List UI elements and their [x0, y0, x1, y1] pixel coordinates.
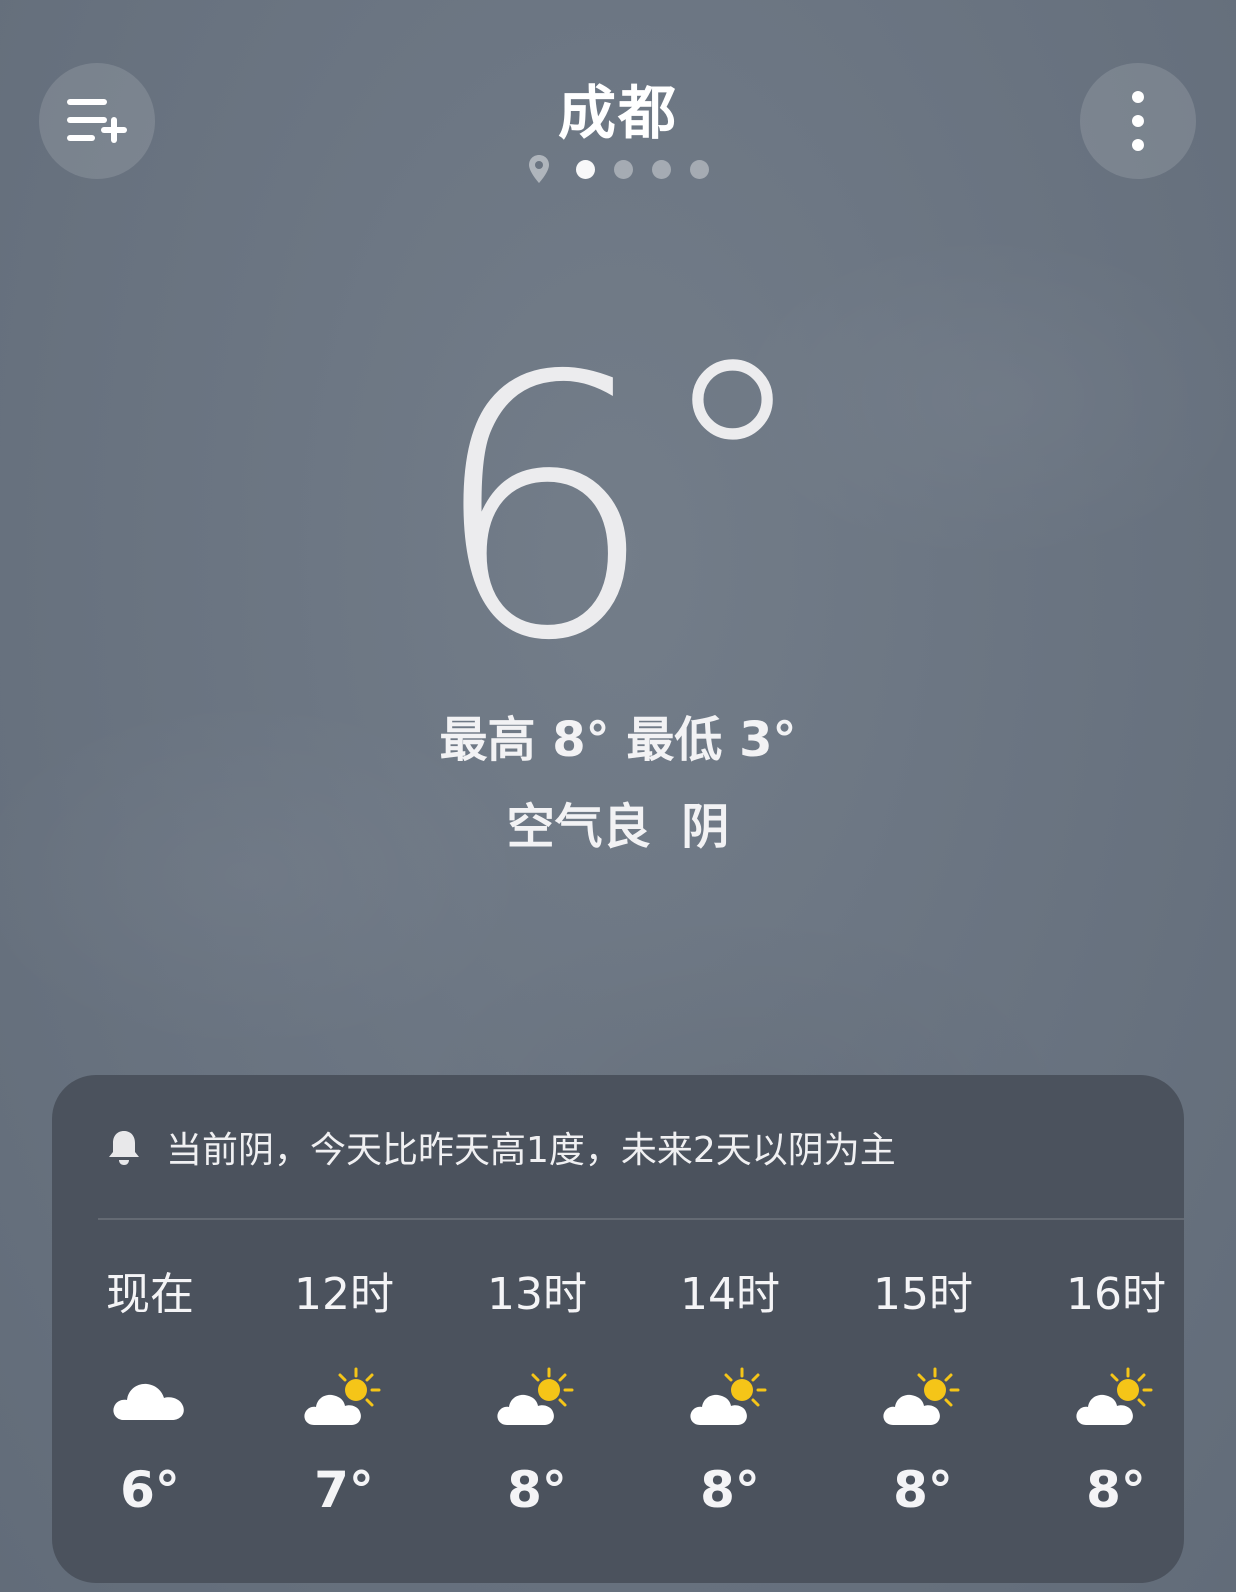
partly-sunny-icon	[439, 1353, 635, 1443]
hour-item[interactable]: 现在 6°	[52, 1265, 248, 1519]
partly-sunny-icon	[632, 1353, 828, 1443]
divider	[98, 1218, 1184, 1220]
bell-icon	[109, 1131, 139, 1165]
hour-item[interactable]: 12时 7°	[246, 1265, 442, 1519]
hour-label: 现在	[106, 1269, 194, 1320]
hour-label: 15时	[873, 1269, 973, 1320]
hour-temperature: 7°	[314, 1461, 374, 1519]
current-temperature: 6°	[0, 322, 1236, 690]
location-pin-icon	[529, 155, 549, 183]
page-dot[interactable]	[576, 159, 595, 179]
hour-temperature: 8°	[1086, 1461, 1146, 1519]
degree-symbol: °	[657, 297, 808, 646]
hour-label: 16时	[1066, 1269, 1166, 1320]
air-quality-condition[interactable]: 空气良 阴	[0, 787, 1236, 857]
partly-sunny-icon	[825, 1353, 1021, 1443]
hour-label: 13时	[487, 1269, 587, 1320]
current-temperature-value: 6	[428, 300, 658, 719]
page-indicator	[0, 154, 1236, 184]
hour-item[interactable]: 15时 8°	[825, 1265, 1021, 1519]
hour-item[interactable]: 14时 8°	[632, 1265, 828, 1519]
page-dot[interactable]	[690, 159, 709, 179]
more-options-button[interactable]	[1080, 63, 1196, 179]
page-dot[interactable]	[652, 159, 671, 179]
hour-label: 14时	[680, 1269, 780, 1320]
notice-text: 当前阴，今天比昨天高1度，未来2天以阴为主	[166, 1130, 896, 1171]
hour-temperature: 8°	[507, 1461, 567, 1519]
hour-temperature: 6°	[120, 1461, 180, 1519]
hour-item[interactable]: 13时 8°	[439, 1265, 635, 1519]
high-low-temperature: 最高 8° 最低 3°	[439, 712, 797, 768]
hour-temperature: 8°	[700, 1461, 760, 1519]
hour-temperature: 8°	[893, 1461, 953, 1519]
city-title: 成都	[557, 79, 678, 147]
weather-notice[interactable]: 当前阴，今天比昨天高1度，未来2天以阴为主	[104, 1121, 896, 1173]
hour-item[interactable]: 16时 8°	[1018, 1265, 1184, 1519]
hourly-list[interactable]: 现在 6° 12时 7° 13时 8° 14时 8° 15时 8° 16时 8°	[52, 1265, 1184, 1583]
hour-label: 12时	[294, 1269, 394, 1320]
more-vertical-icon	[1132, 91, 1144, 151]
partly-sunny-icon	[1018, 1353, 1184, 1443]
page-dot[interactable]	[614, 159, 633, 179]
hourly-forecast-card: 当前阴，今天比昨天高1度，未来2天以阴为主 现在 6° 12时 7° 13时 8…	[52, 1075, 1184, 1583]
partly-sunny-icon	[246, 1353, 442, 1443]
cloudy-icon	[52, 1353, 248, 1443]
